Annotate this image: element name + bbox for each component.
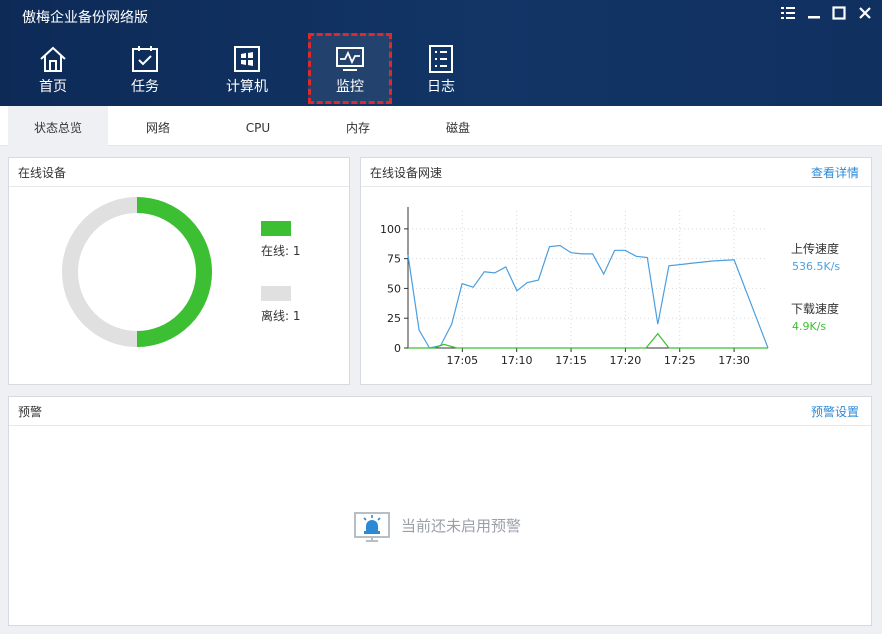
nav-home[interactable]: 首页 [13,40,93,102]
tab-network[interactable]: 网络 [118,106,198,146]
computer-icon [234,46,260,72]
network-speed-title: 在线设备网速 [370,166,443,180]
home-icon [40,46,66,72]
y-tick-label: 50 [387,282,401,295]
app-title: 傲梅企业备份网络版 [22,10,148,26]
legend-online-label: 在线: 1 [261,244,301,258]
upload-speed-value: 536.5K/s [792,260,841,273]
alert-settings-link[interactable]: 预警设置 [811,403,859,420]
nav-task[interactable]: 任务 [105,40,185,102]
x-tick-label: 17:10 [501,354,533,367]
tab-cpu[interactable]: CPU [218,106,298,146]
alerts-panel: 预警 预警设置 当前还未启用预警 [8,396,872,626]
y-tick-label: 75 [387,253,401,266]
online-devices-panel: 在线设备 在线: 1 离线: 1 [8,157,350,385]
online-devices-donut [62,197,212,347]
tab-bar: 状态总览 网络 CPU 内存 磁盘 [0,106,882,146]
y-tick-label: 0 [394,342,401,355]
download-speed-label: 下载速度 [791,302,840,316]
network-speed-chart: 100 75 50 25 0 17:05 17:10 17:15 17:20 17:25 17:30 [380,207,769,367]
task-icon [132,46,158,72]
menu-icon[interactable] [778,6,798,26]
nav-computer[interactable]: 计算机 [207,40,287,102]
nav-task-label: 任务 [131,79,159,95]
nav-computer-label: 计算机 [226,79,268,95]
nav-monitor-label: 监控 [336,79,364,95]
alerts-title: 预警 [18,405,43,419]
legend-offline-label: 离线: 1 [261,309,301,323]
panel-divider [9,425,871,426]
nav-log[interactable]: 日志 [401,40,481,102]
y-tick-label: 100 [380,223,401,236]
donut-online-segment [136,197,212,347]
x-tick-label: 17:30 [718,354,750,367]
online-devices-title: 在线设备 [18,166,67,180]
title-bar: 傲梅企业备份网络版 首页 任务 计算机 监控 日志 [0,0,882,106]
download-speed-value: 4.9K/s [792,320,827,333]
nav-home-label: 首页 [39,79,67,95]
nav-monitor[interactable]: 监控 [308,33,392,104]
minimize-icon[interactable] [804,6,824,26]
upload-speed-line [407,244,769,349]
alarm-monitor-icon [354,512,390,542]
view-details-link[interactable]: 查看详情 [811,164,859,181]
x-tick-label: 17:20 [610,354,642,367]
log-icon [429,45,453,73]
x-tick-label: 17:25 [664,354,696,367]
x-tick-label: 17:15 [555,354,587,367]
alerts-empty-message: 当前还未启用预警 [401,517,522,535]
x-tick-label: 17:05 [446,354,478,367]
close-icon[interactable] [855,6,875,26]
maximize-icon[interactable] [829,6,849,26]
panel-divider [9,186,349,187]
tab-disk[interactable]: 磁盘 [418,106,498,146]
y-tick-label: 25 [387,312,401,325]
tab-overview[interactable]: 状态总览 [8,106,108,146]
legend-online-swatch [261,221,291,236]
tab-memory[interactable]: 内存 [318,106,398,146]
monitor-icon [336,47,364,71]
legend-offline-swatch [261,286,291,301]
upload-speed-label: 上传速度 [791,242,840,256]
network-speed-panel: 在线设备网速 查看详情 100 75 50 25 0 17:05 17:10 17:15 17:… [360,157,872,385]
nav-log-label: 日志 [427,79,455,95]
